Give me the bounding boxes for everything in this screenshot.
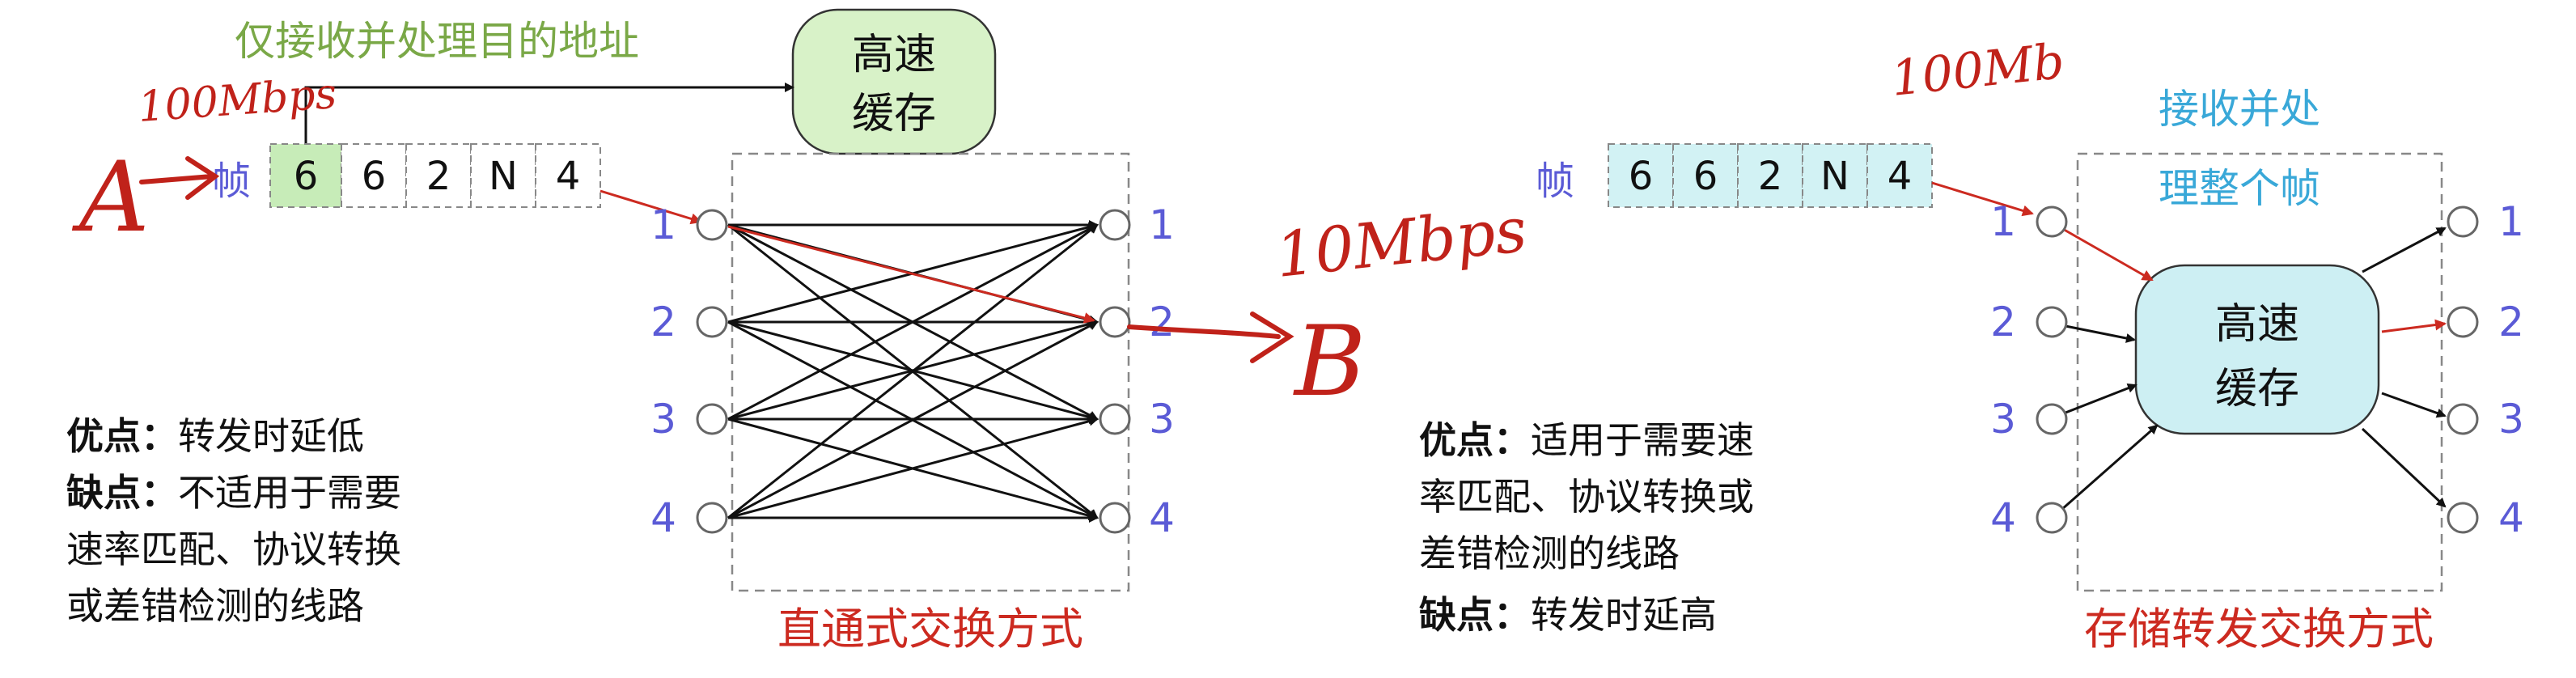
left-cache: 高速 缓存 [791, 8, 997, 155]
svg-text:缺点：转发时延高: 缺点：转发时延高 [1419, 593, 1717, 637]
handwritten-node-a: A [71, 142, 150, 254]
left-frame-field-0: 6 [294, 154, 319, 199]
left-cons-label: 缺点： [66, 471, 178, 515]
left-dest-addr-connector [304, 83, 794, 144]
right-port-out-3: 3 [2498, 396, 2524, 443]
left-frame-label: 帧 [212, 159, 251, 204]
handwritten-node-b: B [1293, 306, 1366, 418]
left-crossbar [727, 220, 1099, 523]
left-port-out-3: 3 [1149, 396, 1175, 443]
left-cons-line2: 速率匹配、协议转换 [66, 528, 401, 571]
right-input-ports: 1 2 3 4 [1990, 198, 2068, 541]
right-port-out-2: 2 [2498, 299, 2524, 345]
right-pros-line2: 率匹配、协议转换或 [1419, 475, 1754, 519]
right-frame-label: 帧 [1536, 159, 1574, 204]
right-frame-field-2: 2 [1758, 154, 1783, 199]
left-port-out-1: 1 [1149, 201, 1175, 248]
left-port-in-1: 1 [650, 201, 676, 248]
handwritten-rate-right: 100Mb [1888, 33, 2067, 108]
right-annotation-line2: 理整个帧 [2159, 165, 2320, 212]
handwritten-arrow-a [139, 156, 220, 200]
left-pros-label: 优点： [66, 414, 178, 458]
right-cons-label: 缺点： [1419, 593, 1531, 637]
right-pros-label: 优点： [1419, 418, 1531, 462]
left-frame-field-4: 4 [556, 154, 581, 199]
right-cons-text: 转发时延高 [1531, 593, 1717, 637]
right-pros-line1: 适用于需要速 [1531, 418, 1754, 462]
svg-text:缺点：不适用于需要: 缺点：不适用于需要 [66, 471, 401, 515]
right-port-in-2: 2 [1990, 299, 2016, 345]
right-port-out-4: 4 [2498, 494, 2524, 541]
left-port-out-2: 2 [1149, 299, 1175, 345]
svg-text:优点：转发时延低: 优点：转发时延低 [66, 414, 364, 458]
left-caption: 直通式交换方式 [777, 604, 1083, 655]
right-cache: 高速 缓存 [2134, 264, 2380, 435]
left-cons-line3: 或差错检测的线路 [66, 584, 364, 628]
right-frame-field-0: 6 [1629, 154, 1654, 199]
left-port-in-3: 3 [650, 396, 676, 443]
right-pros-line3: 差错检测的线路 [1419, 532, 1680, 575]
right-frame-field-1: 6 [1693, 154, 1718, 199]
svg-text:优点：适用于需要速: 优点：适用于需要速 [1419, 418, 1754, 462]
right-frame-field-3: N [1820, 154, 1849, 199]
left-port-out-4: 4 [1149, 494, 1175, 541]
left-cons-line1: 不适用于需要 [178, 471, 401, 515]
left-port-in-4: 4 [650, 494, 676, 541]
left-input-ports: 1 2 3 4 [650, 201, 728, 541]
right-port-in-3: 3 [1990, 396, 2016, 443]
right-caption: 存储转发交换方式 [2084, 604, 2434, 655]
right-output-ports: 1 2 3 4 [2447, 198, 2524, 541]
right-port-out-1: 1 [2498, 198, 2524, 245]
right-pros-cons: 优点：适用于需要速 率匹配、协议转换或 差错检测的线路 缺点：转发时延高 [1419, 418, 1754, 637]
left-frame-field-3: N [489, 154, 518, 199]
right-port-in-4: 4 [1990, 494, 2016, 541]
left-annotation: 仅接收并处理目的地址 [235, 18, 639, 65]
left-cache-line2: 缓存 [852, 90, 936, 138]
right-annotation-line1: 接收并处 [2159, 86, 2320, 133]
left-frame-field-2: 2 [426, 154, 451, 199]
left-pros-text: 转发时延低 [178, 414, 364, 458]
right-cache-line2: 缓存 [2215, 365, 2299, 413]
handwritten-rate-mid: 10Mbps [1273, 193, 1530, 291]
left-port-in-2: 2 [650, 299, 676, 345]
left-cache-line1: 高速 [852, 31, 936, 79]
left-switch-box [731, 152, 1130, 592]
left-frame-field-1: 6 [362, 154, 387, 199]
left-frame: 6 6 2 N 4 [269, 143, 601, 208]
right-cache-line1: 高速 [2215, 300, 2299, 349]
right-port-in-1: 1 [1990, 198, 2016, 245]
handwritten-rate-left: 100Mbps [137, 70, 338, 132]
right-frame: 6 6 2 N 4 [1608, 143, 1933, 208]
left-output-ports: 1 2 3 4 [1099, 201, 1175, 541]
right-frame-field-4: 4 [1888, 154, 1913, 199]
left-pros-cons: 优点：转发时延低 缺点：不适用于需要 速率匹配、协议转换 或差错检测的线路 [66, 414, 401, 628]
switching-diagram: 仅接收并处理目的地址 高速 缓存 帧 6 6 2 N 4 1 2 3 4 1 2… [66, 8, 2524, 655]
